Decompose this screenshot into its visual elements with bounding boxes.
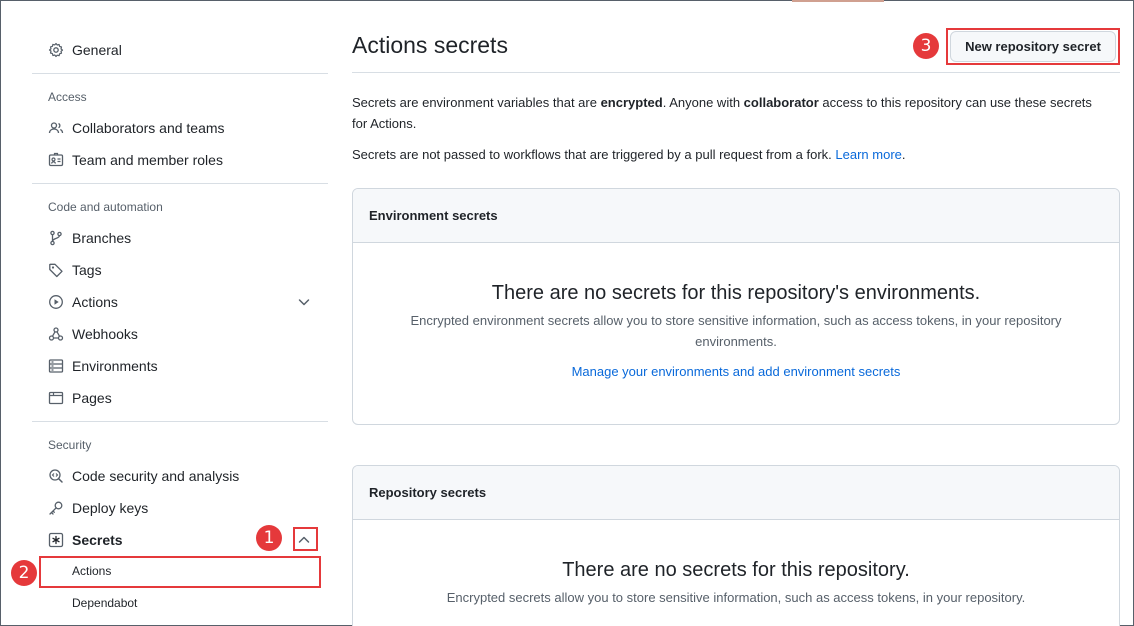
sidebar-item-code-security[interactable]: Code security and analysis [32,460,328,492]
sidebar-item-actions[interactable]: Actions [32,286,328,318]
branch-icon [48,230,64,246]
intro-paragraph: Secrets are environment variables that a… [352,92,1092,134]
sidebar-item-environments[interactable]: Environments [32,350,328,382]
gear-icon [48,42,64,58]
sidebar-item-label: Collaborators and teams [72,120,225,136]
sidebar-item-collaborators[interactable]: Collaborators and teams [32,112,328,144]
fork-notice-paragraph: Secrets are not passed to workflows that… [352,144,1092,165]
sidebar-item-team-roles[interactable]: Team and member roles [32,144,328,176]
sidebar-item-branches[interactable]: Branches [32,222,328,254]
top-accent-bar [792,0,884,2]
highlight-chevron-up [293,527,318,551]
fork-notice-period: . [901,147,906,162]
sidebar-subitem-secrets-dependabot[interactable]: Dependabot [32,588,328,618]
sidebar-item-label: Dependabot [72,596,138,610]
page-title: Actions secrets [352,32,508,58]
sidebar-item-deploy-keys[interactable]: Deploy keys [32,492,328,524]
environment-secrets-box: Environment secrets There are no secrets… [352,188,1120,425]
fork-notice-text: Secrets are not passed to workflows that… [352,147,836,162]
repository-secrets-header: Repository secrets [353,466,1119,520]
intro-emphasis-encrypted: encrypted [600,95,663,110]
intro-text: . Anyone with [662,95,744,110]
env-empty-description: Encrypted environment secrets allow you … [410,313,1062,349]
sidebar-item-label: Actions [72,294,118,310]
section-label-code-automation: Code and automation [48,200,163,214]
chevron-down-icon[interactable] [296,294,312,310]
key-icon [48,500,64,516]
sidebar-item-label: Pages [72,390,112,406]
repo-empty-description: Encrypted secrets allow you to store sen… [446,590,1026,605]
sidebar-item-label: Branches [72,230,132,246]
sidebar-item-label: Team and member roles [72,152,223,168]
sidebar-item-label: Deploy keys [72,500,149,516]
section-label-security: Security [48,438,92,452]
repository-secrets-box: Repository secrets There are no secrets … [352,465,1120,626]
callout-1: 1 [256,525,282,551]
sidebar-item-label: Secrets [72,532,123,548]
divider [32,183,328,184]
sidebar-item-general[interactable]: General [32,34,328,66]
env-empty-title: There are no secrets for this repository… [491,282,981,304]
asterisk-icon [48,532,64,548]
learn-more-link[interactable]: Learn more [835,147,901,162]
settings-sidebar: General Access Collaborators and teams T… [32,0,328,626]
sidebar-item-label: Tags [72,262,102,278]
section-label-access: Access [48,90,87,104]
sidebar-item-secrets[interactable]: Secrets [32,524,328,556]
sidebar-item-tags[interactable]: Tags [32,254,328,286]
intro-emphasis-collaborator: collaborator [743,95,819,110]
sidebar-item-label: Environments [72,358,158,374]
repo-empty-title: There are no secrets for this repository… [562,559,910,581]
browser-icon [48,390,64,406]
highlight-secrets-actions [39,556,321,588]
server-icon [48,358,64,374]
environment-secrets-header: Environment secrets [353,189,1119,243]
sidebar-item-pages[interactable]: Pages [32,382,328,414]
intro-text: Secrets are environment variables that a… [352,95,601,110]
play-icon [48,294,64,310]
tag-icon [48,262,64,278]
id-badge-icon [48,152,64,168]
title-divider [352,72,1120,73]
codescan-icon [48,468,64,484]
manage-environments-link[interactable]: Manage your environments and add environ… [353,364,1119,379]
sidebar-item-label: Webhooks [72,326,138,342]
callout-3: 3 [913,33,939,59]
sidebar-item-label: General [72,42,122,58]
sidebar-item-webhooks[interactable]: Webhooks [32,318,328,350]
new-repository-secret-button[interactable]: New repository secret [950,31,1116,62]
divider [32,421,328,422]
sidebar-item-label: Code security and analysis [72,468,240,484]
callout-2: 2 [11,560,37,586]
people-icon [48,120,64,136]
webhook-icon [48,326,64,342]
divider [32,73,328,74]
